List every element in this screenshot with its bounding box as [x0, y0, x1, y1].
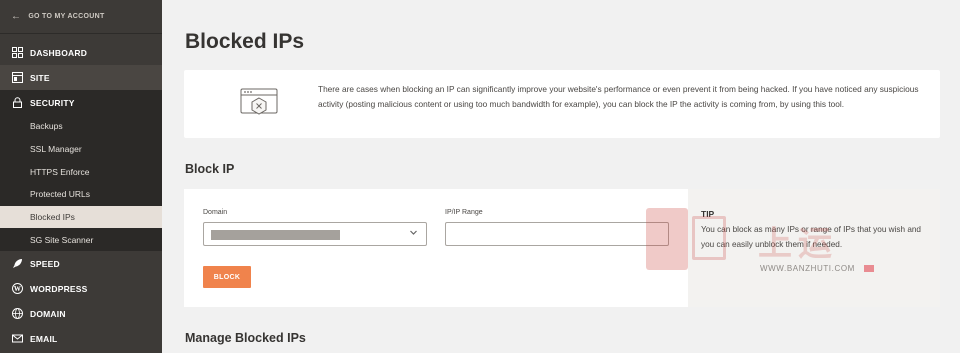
nav-dashboard-label: DASHBOARD: [30, 47, 88, 58]
watermark-frame: [692, 216, 726, 260]
globe-icon: [12, 308, 23, 320]
sidebar-item-label: HTTPS Enforce: [30, 166, 90, 177]
ip-range-input[interactable]: [445, 222, 669, 246]
sidebar-item-sg-site-scanner[interactable]: SG Site Scanner: [0, 228, 162, 251]
ip-range-label: IP/IP Range: [445, 209, 483, 216]
sidebar-item-label: SG Site Scanner: [30, 234, 94, 245]
security-submenu: Backups SSL Manager HTTPS Enforce Protec…: [0, 115, 162, 252]
watermark-url: WWW.BANZHUTI.COM: [760, 264, 855, 273]
domain-label: Domain: [203, 209, 228, 216]
dashboard-icon: [12, 47, 23, 58]
blocked-window-icon: [239, 85, 279, 125]
sidebar-item-ssl-manager[interactable]: SSL Manager: [0, 138, 162, 161]
arrow-left-icon: ←: [11, 11, 22, 22]
sidebar-item-label: Protected URLs: [30, 189, 90, 200]
domain-select[interactable]: [203, 222, 427, 246]
nav-domain-label: DOMAIN: [30, 308, 66, 319]
nav-security[interactable]: SECURITY: [0, 90, 162, 115]
chevron-down-icon: [409, 228, 418, 239]
nav-wordpress-label: WORDPRESS: [30, 283, 88, 294]
svg-text:W: W: [14, 285, 21, 293]
lock-icon: [12, 97, 23, 108]
nav-email-label: EMAIL: [30, 333, 58, 344]
sidebar-item-backups[interactable]: Backups: [0, 115, 162, 138]
nav-email[interactable]: EMAIL: [0, 326, 162, 351]
wordpress-icon: W: [12, 283, 23, 295]
watermark-chars: 上运: [758, 224, 838, 264]
rocket-icon: [12, 258, 23, 269]
watermark-seal: [646, 208, 688, 270]
nav-dashboard[interactable]: DASHBOARD: [0, 40, 162, 65]
page-title: Blocked IPs: [185, 30, 305, 53]
nav-site[interactable]: SITE: [0, 65, 162, 90]
domain-value-redacted: [211, 230, 340, 240]
watermark-flag: [864, 265, 874, 272]
nav-speed[interactable]: SPEED: [0, 251, 162, 276]
sidebar-item-https-enforce[interactable]: HTTPS Enforce: [0, 160, 162, 183]
nav-security-label: SECURITY: [30, 97, 75, 108]
sidebar-item-label: Blocked IPs: [30, 212, 75, 223]
nav-wordpress[interactable]: W WORDPRESS: [0, 276, 162, 301]
sidebar-item-protected-urls[interactable]: Protected URLs: [0, 183, 162, 206]
site-icon: [12, 72, 23, 83]
manage-blocked-ips-heading: Manage Blocked IPs: [185, 331, 306, 345]
block-button[interactable]: BLOCK: [203, 266, 251, 288]
sidebar: ← GO TO MY ACCOUNT DASHBOARD SITE SECURI…: [0, 0, 162, 353]
sidebar-item-label: Backups: [30, 121, 63, 132]
go-to-account-label: GO TO MY ACCOUNT: [28, 13, 105, 20]
info-description: There are cases when blocking an IP can …: [318, 84, 919, 109]
main-content: Blocked IPs There are cases when blockin…: [162, 0, 960, 353]
envelope-icon: [12, 333, 23, 344]
go-to-account-link[interactable]: ← GO TO MY ACCOUNT: [0, 0, 162, 34]
nav-domain[interactable]: DOMAIN: [0, 301, 162, 326]
sidebar-item-label: SSL Manager: [30, 144, 82, 155]
sidebar-item-blocked-ips[interactable]: Blocked IPs: [0, 205, 162, 229]
info-card: There are cases when blocking an IP can …: [184, 70, 940, 138]
nav-speed-label: SPEED: [30, 258, 60, 269]
nav-site-label: SITE: [30, 72, 50, 83]
block-ip-heading: Block IP: [185, 162, 235, 176]
